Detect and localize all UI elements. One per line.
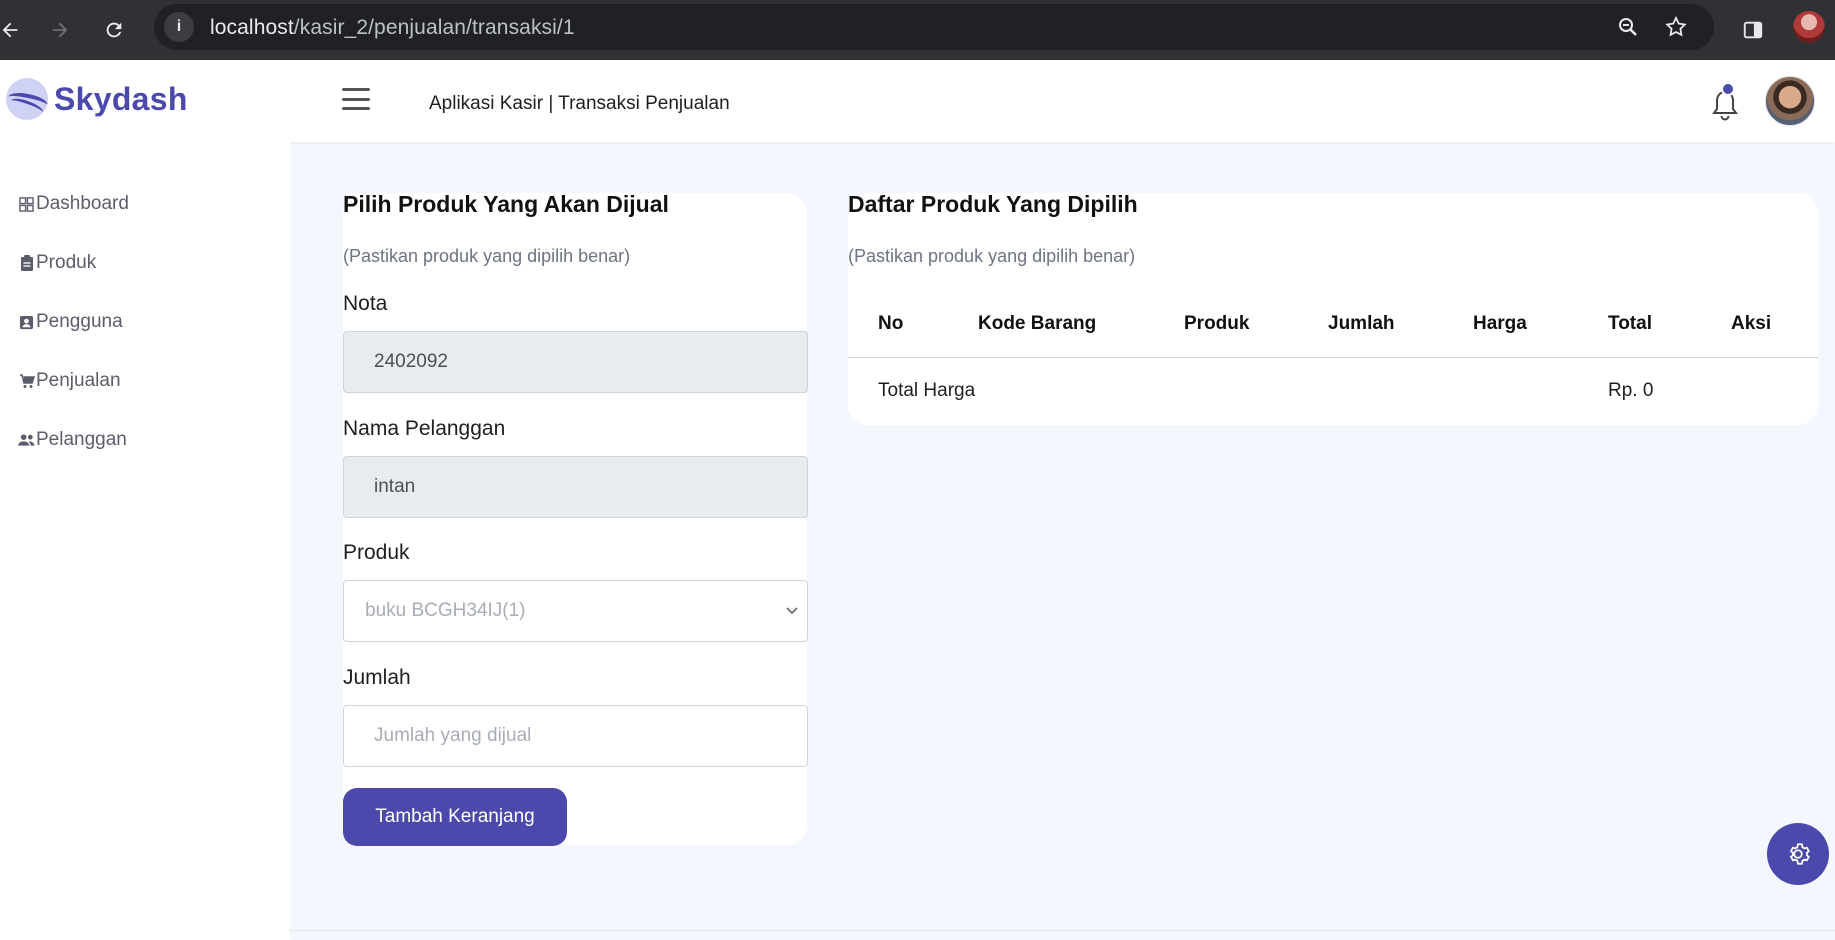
brand-logo-icon xyxy=(6,78,48,120)
sidebar: Dashboard Produk Pengguna Penjualan Pela… xyxy=(0,142,290,940)
cart-icon xyxy=(18,373,35,390)
sidebar-item-pelanggan[interactable]: Pelanggan xyxy=(18,425,127,455)
sidebar-item-label: Penjualan xyxy=(36,370,121,391)
nota-value: 2402092 xyxy=(374,351,448,372)
zoom-icon[interactable] xyxy=(1614,13,1642,41)
sidebar-item-produk[interactable]: Produk xyxy=(18,248,96,278)
url-text: localhost/kasir_2/penjualan/transaksi/1 xyxy=(210,16,575,39)
footer-divider xyxy=(290,930,1835,931)
cart-card xyxy=(848,193,1818,425)
table-divider xyxy=(848,357,1818,358)
users-icon xyxy=(18,432,35,449)
total-harga-label: Total Harga xyxy=(878,380,976,401)
sidebar-item-dashboard[interactable]: Dashboard xyxy=(18,189,129,219)
total-harga-value: Rp. 0 xyxy=(1608,380,1654,401)
sidebar-item-label: Pelanggan xyxy=(36,429,127,450)
produk-selected-value: buku BCGH34IJ(1) xyxy=(365,600,526,621)
form-title: Pilih Produk Yang Akan Dijual xyxy=(343,191,669,217)
cart-subtitle: (Pastikan produk yang dipilih benar) xyxy=(848,246,1136,266)
sidebar-item-label: Dashboard xyxy=(36,193,129,214)
page-title: Aplikasi Kasir | Transaksi Penjualan xyxy=(429,93,730,114)
menu-icon[interactable] xyxy=(342,88,370,110)
produk-select[interactable]: buku BCGH34IJ(1) xyxy=(343,580,808,642)
side-panel-icon[interactable] xyxy=(1735,12,1771,48)
notification-dot xyxy=(1721,82,1735,96)
settings-button[interactable] xyxy=(1767,823,1829,885)
column-header-produk: Produk xyxy=(1184,313,1250,334)
sidebar-item-label: Pengguna xyxy=(36,311,123,332)
back-icon[interactable] xyxy=(0,12,28,48)
jumlah-input[interactable]: Jumlah yang dijual xyxy=(343,705,808,767)
gear-icon xyxy=(1789,843,1810,865)
column-header-jumlah: Jumlah xyxy=(1328,313,1395,334)
grid-icon xyxy=(18,196,35,213)
forward-icon[interactable] xyxy=(42,12,78,48)
browser-toolbar: i localhost/kasir_2/penjualan/transaksi/… xyxy=(0,0,1835,60)
nota-field[interactable]: 2402092 xyxy=(343,331,808,393)
reload-icon[interactable] xyxy=(96,12,132,48)
form-subtitle: (Pastikan produk yang dipilih benar) xyxy=(343,246,631,266)
column-header-kode-barang: Kode Barang xyxy=(978,313,1097,334)
sidebar-item-penjualan[interactable]: Penjualan xyxy=(18,366,121,396)
address-bar[interactable]: i localhost/kasir_2/penjualan/transaksi/… xyxy=(154,4,1714,50)
produk-label: Produk xyxy=(343,541,410,564)
avatar[interactable] xyxy=(1765,76,1815,126)
clipboard-icon xyxy=(18,255,35,272)
bookmark-star-icon[interactable] xyxy=(1662,13,1690,41)
pelanggan-field[interactable]: intan xyxy=(343,456,808,518)
cart-title: Daftar Produk Yang Dipilih xyxy=(848,191,1138,217)
tambah-keranjang-button[interactable]: Tambah Keranjang xyxy=(343,788,567,846)
user-card-icon xyxy=(18,314,35,331)
pelanggan-label: Nama Pelanggan xyxy=(343,417,506,440)
sidebar-item-pengguna[interactable]: Pengguna xyxy=(18,307,123,337)
column-header-no: No xyxy=(878,313,904,334)
column-header-aksi: Aksi xyxy=(1731,313,1772,334)
column-header-total: Total xyxy=(1608,313,1652,334)
sidebar-item-label: Produk xyxy=(36,252,97,273)
pelanggan-value: intan xyxy=(374,476,416,497)
app-header: Skydash Aplikasi Kasir | Transaksi Penju… xyxy=(0,60,1835,142)
site-info-icon[interactable]: i xyxy=(164,12,194,42)
jumlah-label: Jumlah xyxy=(343,666,411,689)
jumlah-placeholder: Jumlah yang dijual xyxy=(374,725,532,746)
brand-name: Skydash xyxy=(54,80,188,117)
profile-icon[interactable] xyxy=(1793,11,1825,43)
chevron-down-icon xyxy=(786,607,798,615)
brand[interactable]: Skydash xyxy=(6,78,188,120)
nota-label: Nota xyxy=(343,292,388,315)
column-header-harga: Harga xyxy=(1473,313,1527,334)
